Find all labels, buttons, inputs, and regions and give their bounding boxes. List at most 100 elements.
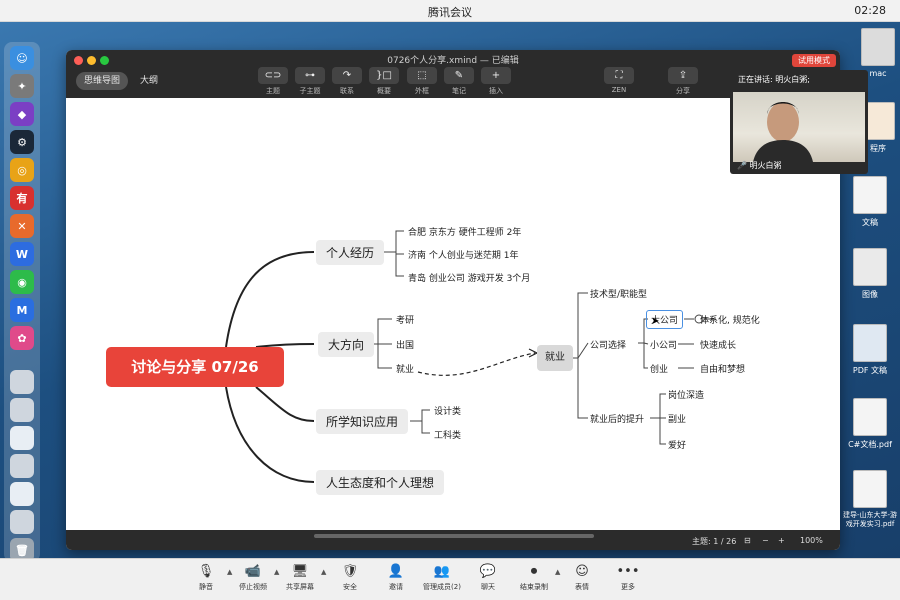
document-thumb-icon[interactable] bbox=[10, 510, 34, 534]
document-icon bbox=[853, 176, 887, 214]
manage-members-button[interactable]: 👥 管理成员(2) bbox=[419, 563, 465, 592]
document-thumb-icon[interactable] bbox=[10, 454, 34, 478]
topic-direction[interactable]: 大方向 bbox=[318, 332, 375, 357]
summary-tool-button[interactable]: }□ 概要 bbox=[367, 67, 401, 96]
subtopic-improvement[interactable]: 副业 bbox=[668, 412, 686, 425]
person-silhouette bbox=[753, 102, 813, 162]
speaking-indicator: 正在讲话: 明火白粥; bbox=[738, 75, 810, 84]
subtopic-employment[interactable]: 就业后的提升 bbox=[590, 412, 644, 425]
company-note[interactable]: 快速成长 bbox=[700, 338, 736, 351]
share-screen-button[interactable]: 🖥 共享屏幕 bbox=[277, 563, 323, 592]
reactions-button[interactable]: ☺ 表情 bbox=[559, 563, 605, 592]
subtopic-direction[interactable]: 出国 bbox=[396, 338, 414, 351]
tab-mindmap[interactable]: 思维导图 bbox=[76, 72, 129, 90]
subtopic-experience[interactable]: 合肥 京东方 硬件工程师 2年 bbox=[408, 225, 521, 238]
topic-knowledge-application[interactable]: 所学知识应用 bbox=[316, 409, 409, 434]
preview-icon[interactable] bbox=[10, 370, 34, 394]
topic-counter: 主题: 1 / 26 bbox=[692, 537, 737, 546]
chevron-up-icon[interactable]: ▲ bbox=[321, 568, 326, 576]
desktop-item-label: 图像 bbox=[862, 290, 878, 299]
meeting-app-title: 腾讯会议 bbox=[428, 6, 472, 19]
xmind-icon[interactable]: ✕ bbox=[10, 214, 34, 238]
desktop-item-images[interactable]: 图像 bbox=[840, 248, 900, 300]
microphone-icon: 🎙 bbox=[197, 564, 215, 579]
tool-label: 外框 bbox=[415, 87, 429, 95]
note-tool-button[interactable]: ✎ 笔记 bbox=[442, 67, 476, 96]
trial-mode-badge[interactable]: 试用模式 bbox=[792, 54, 836, 67]
connector-line bbox=[225, 251, 315, 348]
subtopic-direction[interactable]: 就业 bbox=[396, 362, 414, 375]
wechat-icon[interactable]: ◉ bbox=[10, 270, 34, 294]
desktop-item-label: C#文档.pdf bbox=[848, 440, 892, 449]
desktop-item-csharp-pdf[interactable]: C#文档.pdf bbox=[840, 398, 900, 450]
toolbar-label: 更多 bbox=[621, 583, 635, 591]
mindmap-canvas[interactable]: 讨论与分享 07/26 个人经历 大方向 所学知识应用 人生态度和个人理想 合肥… bbox=[66, 98, 840, 530]
topic-tool-button[interactable]: ⊂⊃ 主题 bbox=[256, 67, 290, 96]
chat-button[interactable]: 💬 聊天 bbox=[465, 563, 511, 592]
connector-line bbox=[255, 386, 315, 422]
security-button[interactable]: 🛡 安全 bbox=[327, 563, 373, 592]
document-thumb-icon[interactable] bbox=[10, 426, 34, 450]
zoom-out-button[interactable]: − bbox=[762, 536, 769, 545]
toolbar-label: 结束录制 bbox=[520, 583, 548, 591]
subtopic-tool-button[interactable]: ⊶ 子主题 bbox=[293, 67, 327, 96]
subtopic-employment[interactable]: 技术型/职能型 bbox=[590, 287, 647, 300]
desktop-item-label: 建导-山东大学-游戏开发实习.pdf bbox=[842, 511, 898, 528]
more-button[interactable]: ••• 更多 bbox=[605, 563, 651, 592]
company-note[interactable]: 体系化, 规范化 bbox=[700, 313, 760, 326]
subtopic-direction[interactable]: 考研 bbox=[396, 313, 414, 326]
topic-employment[interactable]: 就业 bbox=[537, 345, 573, 371]
share-tool-button[interactable]: ⇪ 分享 bbox=[666, 67, 700, 96]
topic-personal-experience[interactable]: 个人经历 bbox=[316, 240, 385, 265]
boundary-tool-button[interactable]: ⬚ 外框 bbox=[405, 67, 439, 96]
tab-outline[interactable]: 大纲 bbox=[132, 72, 166, 90]
subtopic-company[interactable]: 小公司 bbox=[650, 338, 677, 351]
window-statusbar: 主题: 1 / 26 ⊟ − + 100% bbox=[66, 530, 840, 550]
launchpad-icon[interactable]: ✦ bbox=[10, 74, 34, 98]
zoom-level[interactable]: 100% bbox=[800, 536, 823, 545]
company-note[interactable]: 自由和梦想 bbox=[700, 362, 745, 375]
share-icon: ⇪ bbox=[668, 67, 698, 84]
wps-icon[interactable]: W bbox=[10, 242, 34, 266]
central-topic[interactable]: 讨论与分享 07/26 bbox=[106, 347, 284, 387]
document-thumb-icon[interactable] bbox=[10, 398, 34, 422]
desktop-item-internship-pdf[interactable]: 建导-山东大学-游戏开发实习.pdf bbox=[840, 470, 900, 529]
subtopic-employment[interactable]: 公司选择 bbox=[590, 338, 626, 351]
stop-video-button[interactable]: 📹 停止视频 bbox=[230, 563, 276, 592]
insert-tool-button[interactable]: + 插入 bbox=[479, 67, 513, 96]
mouse-cursor-icon: ➤ bbox=[651, 316, 660, 327]
subtopic-improvement[interactable]: 岗位深造 bbox=[668, 388, 704, 401]
subtopic-experience[interactable]: 青岛 创业公司 游戏开发 3个月 bbox=[408, 271, 530, 284]
desktop-item-pdf-docs[interactable]: PDF 文稿 bbox=[840, 324, 900, 376]
app-icon[interactable]: ✿ bbox=[10, 326, 34, 350]
tencent-meeting-icon[interactable]: M bbox=[10, 298, 34, 322]
toolbar-label: 表情 bbox=[575, 583, 589, 591]
finder-icon[interactable]: ☺ bbox=[10, 46, 34, 70]
meeting-clock: 02:28 bbox=[854, 4, 886, 17]
chrome-icon[interactable]: ◎ bbox=[10, 158, 34, 182]
record-icon: ⏺ bbox=[530, 564, 538, 579]
visual-studio-icon[interactable]: ◆ bbox=[10, 102, 34, 126]
subtopic-knowledge[interactable]: 工科类 bbox=[434, 428, 461, 441]
desktop-item-documents[interactable]: 文稿 bbox=[840, 176, 900, 228]
zoom-in-button[interactable]: + bbox=[778, 536, 785, 545]
zen-tool-button[interactable]: ⛶ ZEN bbox=[602, 67, 636, 94]
relationship-tool-button[interactable]: ↷ 联系 bbox=[330, 67, 364, 96]
subtopic-improvement[interactable]: 爱好 bbox=[668, 438, 686, 451]
mute-button[interactable]: 🎙 静音 bbox=[183, 563, 229, 592]
subtopic-experience[interactable]: 济南 个人创业与迷茫期 1年 bbox=[408, 248, 518, 261]
horizontal-scrollbar[interactable] bbox=[314, 534, 594, 538]
map-icon[interactable]: ⊟ bbox=[744, 536, 751, 545]
youdao-icon[interactable]: 有 bbox=[10, 186, 34, 210]
topic-life-attitude[interactable]: 人生态度和个人理想 bbox=[316, 470, 445, 495]
end-recording-button[interactable]: ⏺ 结束录制 bbox=[511, 563, 557, 592]
document-thumb-icon[interactable] bbox=[10, 482, 34, 506]
subtopic-company[interactable]: 创业 bbox=[650, 362, 668, 375]
meeting-title-bar: 腾讯会议 02:28 bbox=[0, 0, 900, 22]
summary-icon: }□ bbox=[369, 67, 399, 84]
invite-button[interactable]: 👤 邀请 bbox=[373, 563, 419, 592]
toolbar-label: 安全 bbox=[343, 583, 357, 591]
topic-icon: ⊂⊃ bbox=[258, 67, 288, 84]
steam-icon[interactable]: ⚙ bbox=[10, 130, 34, 154]
subtopic-knowledge[interactable]: 设计类 bbox=[434, 404, 461, 417]
